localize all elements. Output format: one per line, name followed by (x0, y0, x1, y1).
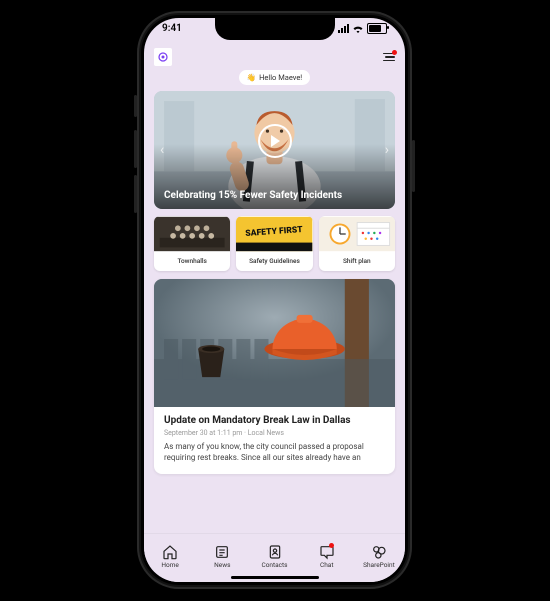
contacts-icon (267, 544, 283, 560)
power-button (412, 140, 415, 192)
battery-icon (367, 23, 387, 34)
status-time: 9:41 (162, 23, 182, 34)
phone-screen: 9:41 (144, 18, 405, 582)
tile-label: Safety Guidelines (236, 252, 312, 271)
news-icon (214, 544, 230, 560)
article-meta: September 30 at 1:11 pm · Local News (164, 429, 385, 437)
greeting-chip[interactable]: 👋 Hello Maeve! (239, 70, 311, 85)
tile-shift-plan[interactable]: Shift plan (319, 216, 395, 271)
tile-thumb-shift (319, 216, 395, 252)
nav-home[interactable]: Home (144, 544, 196, 569)
tile-thumb-townhalls (154, 216, 230, 252)
nav-label: Chat (320, 561, 333, 569)
app-logo-icon[interactable] (154, 48, 172, 66)
nav-sharepoint[interactable]: SharePoint (353, 544, 405, 569)
nav-label: SharePoint (363, 561, 395, 569)
article-title: Update on Mandatory Break Law in Dallas (164, 415, 385, 426)
cellular-signal-icon (338, 24, 349, 33)
phone-notch (215, 18, 335, 40)
hamburger-menu-button[interactable] (383, 53, 395, 62)
app-content: 👋 Hello Maeve! (144, 44, 405, 537)
tile-safety-guidelines[interactable]: SAFETY FIRST Safety Guidelines (236, 216, 312, 271)
carousel-prev-button[interactable]: ‹ (156, 138, 168, 162)
wave-icon: 👋 (247, 73, 256, 82)
notification-badge-icon (392, 50, 397, 55)
play-video-button[interactable] (258, 124, 292, 158)
wifi-icon (352, 24, 364, 33)
home-indicator[interactable] (231, 576, 319, 579)
hero-carousel[interactable]: ‹ › Celebrating 15% Fewer Safety Inciden… (154, 91, 395, 209)
tile-label: Shift plan (319, 252, 395, 271)
hero-title: Celebrating 15% Fewer Safety Incidents (164, 190, 385, 201)
greeting-text: Hello Maeve! (259, 73, 302, 82)
nav-label: Contacts (261, 561, 287, 569)
nav-contacts[interactable]: Contacts (248, 544, 300, 569)
news-article-card[interactable]: Update on Mandatory Break Law in Dallas … (154, 279, 395, 474)
bottom-nav: Home News Contacts Chat (144, 533, 405, 582)
home-icon (162, 544, 178, 560)
sharepoint-icon (371, 544, 387, 560)
carousel-next-button[interactable]: › (381, 138, 393, 162)
device-mockup-canvas: 9:41 (0, 0, 550, 601)
article-body: As many of you know, the city council pa… (164, 442, 385, 464)
tile-townhalls[interactable]: Townhalls (154, 216, 230, 271)
quick-link-tiles: Townhalls SAFETY FIRST Safety Guidelines (154, 216, 395, 271)
tile-label: Townhalls (154, 252, 230, 271)
nav-news[interactable]: News (196, 544, 248, 569)
notification-badge-icon (329, 543, 334, 548)
phone-frame: 9:41 (137, 11, 412, 589)
article-image (154, 279, 395, 407)
nav-chat[interactable]: Chat (301, 544, 353, 569)
nav-label: News (214, 561, 230, 569)
tile-thumb-safety: SAFETY FIRST (236, 216, 312, 252)
nav-label: Home (161, 561, 179, 569)
